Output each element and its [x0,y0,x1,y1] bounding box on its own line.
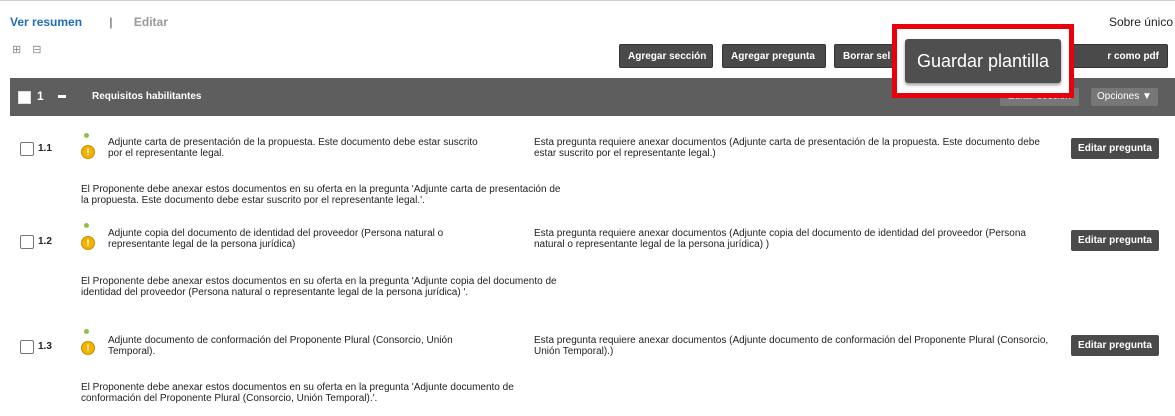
add-section-button[interactable]: Agregar sección [619,44,713,68]
question-text: Adjunte documento de conformación del Pr… [108,335,453,357]
caret-down-icon: ▼ [1142,91,1152,102]
collapse-all-icon[interactable]: ⊟ [32,44,45,56]
editar-link[interactable]: Editar [134,15,168,29]
edit-question-button[interactable]: Editar pregunta [1071,230,1159,251]
question-checkbox[interactable] [20,142,34,156]
warning-icon: ! [81,341,95,355]
nav-separator: | [109,15,113,29]
ver-resumen-link[interactable]: Ver resumen [10,15,82,29]
add-question-button[interactable]: Agregar pregunta [722,44,826,68]
section-number: 1 [37,89,44,103]
expand-all-icon[interactable]: ⊞ [12,44,25,56]
status-dot-icon [84,329,89,334]
question-number: 1.3 [38,341,52,352]
question-text: Adjunte carta de presentación de la prop… [108,137,478,159]
question-number: 1.2 [38,236,52,247]
question-note: El Proponente debe anexar estos document… [81,276,557,298]
options-label: Opciones [1097,91,1140,102]
question-checkbox[interactable] [20,340,34,354]
expand-collapse-controls: ⊞ ⊟ [12,43,46,56]
top-nav: Ver resumen | Editar [10,15,168,29]
options-dropdown[interactable]: Opciones ▼ [1091,88,1158,106]
edit-question-button[interactable]: Editar pregunta [1071,335,1159,356]
question-text: Adjunte copia del documento de identidad… [108,228,444,250]
question-note: El Proponente debe anexar estos document… [81,184,561,206]
warning-icon: ! [81,236,95,250]
section-title: Requisitos habilitantes [92,91,202,102]
question-description: Esta pregunta requiere anexar documentos… [534,228,1026,250]
export-pdf-button[interactable]: r como pdf [1072,44,1168,68]
save-template-button[interactable]: Guardar plantilla [905,39,1061,83]
question-number: 1.1 [38,143,52,154]
highlight-frame: Guardar plantilla [892,24,1074,98]
question-checkbox[interactable] [20,235,34,249]
collapse-section-icon[interactable] [58,95,66,98]
question-note: El Proponente debe anexar estos document… [81,382,514,404]
sobre-unico-label: Sobre único [1108,15,1173,29]
warning-icon: ! [81,145,95,159]
status-dot-icon [84,223,89,228]
status-dot-icon [84,133,89,138]
question-description: Esta pregunta requiere anexar documentos… [534,335,1049,357]
question-description: Esta pregunta requiere anexar documentos… [534,137,1040,159]
edit-question-button[interactable]: Editar pregunta [1071,138,1159,159]
section-checkbox[interactable] [18,91,31,104]
